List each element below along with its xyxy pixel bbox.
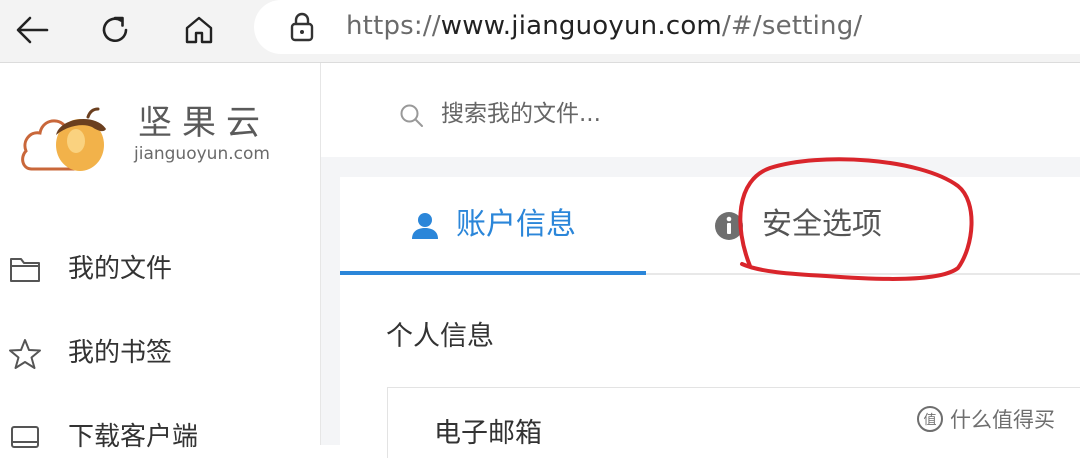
brand-name: 坚果云 xyxy=(138,103,270,143)
search-input[interactable] xyxy=(439,95,843,133)
watermark: 值 什么值得买 xyxy=(916,404,1055,434)
brand-domain-suffix: yun.com xyxy=(196,144,270,164)
reload-button[interactable] xyxy=(91,6,139,54)
home-icon xyxy=(185,16,213,44)
watermark-text: 什么值得买 xyxy=(950,408,1055,432)
tab-label: 账户信息 xyxy=(456,207,576,242)
brand-domain: jianguoyun.com xyxy=(134,144,270,164)
settings-tabs: 账户信息 安全选项 xyxy=(340,177,1080,275)
sidebar-item-label: 我的文件 xyxy=(68,254,173,284)
lock-icon[interactable] xyxy=(288,10,316,48)
sidebar-item-my-bookmarks[interactable]: 我的书签 xyxy=(0,323,320,383)
url-text[interactable]: https://www.jianguoyun.com/#/setting/ xyxy=(346,8,862,44)
sidebar-item-my-files[interactable]: 我的文件 xyxy=(0,239,320,299)
sidebar-item-download-client[interactable]: 下载客户端 xyxy=(0,407,320,467)
brand-domain-o: o xyxy=(186,144,197,164)
tab-security-options[interactable]: 安全选项 xyxy=(700,177,960,273)
browser-toolbar: https://www.jianguoyun.com/#/setting/ xyxy=(0,0,1080,63)
user-icon xyxy=(412,213,438,239)
url-path: /#/setting/ xyxy=(721,11,863,41)
email-field-label: 电子邮箱 xyxy=(434,418,542,449)
tab-account-info[interactable]: 账户信息 xyxy=(340,177,646,275)
folder-icon xyxy=(10,258,40,282)
info-icon xyxy=(715,212,743,240)
home-button[interactable] xyxy=(175,6,223,54)
sidebar-item-label: 下载客户端 xyxy=(68,422,199,452)
search-icon xyxy=(400,104,423,127)
acorn-logo-icon[interactable] xyxy=(18,97,108,177)
tab-label: 安全选项 xyxy=(762,207,882,242)
reload-icon xyxy=(102,16,128,43)
search-bar xyxy=(321,63,1080,157)
section-title: 个人信息 xyxy=(386,321,494,352)
sidebar-item-label: 我的书签 xyxy=(68,338,173,368)
back-arrow-icon xyxy=(16,16,49,44)
url-domain: www.jianguoyun.com xyxy=(440,11,722,41)
watermark-logo-text: 值 xyxy=(923,412,936,428)
url-scheme: https:// xyxy=(346,11,441,41)
monitor-icon xyxy=(11,426,39,448)
sidebar: 坚果云 jianguoyun.com 我的文件 我的书签 下载客户端 xyxy=(0,63,321,452)
star-icon xyxy=(9,339,41,369)
brand-domain-prefix: jiangu xyxy=(134,144,187,164)
back-button[interactable] xyxy=(8,6,56,54)
main-content: 账户信息 安全选项 个人信息 电子邮箱 xyxy=(321,63,1080,458)
watermark-logo-icon: 值 xyxy=(917,406,943,432)
